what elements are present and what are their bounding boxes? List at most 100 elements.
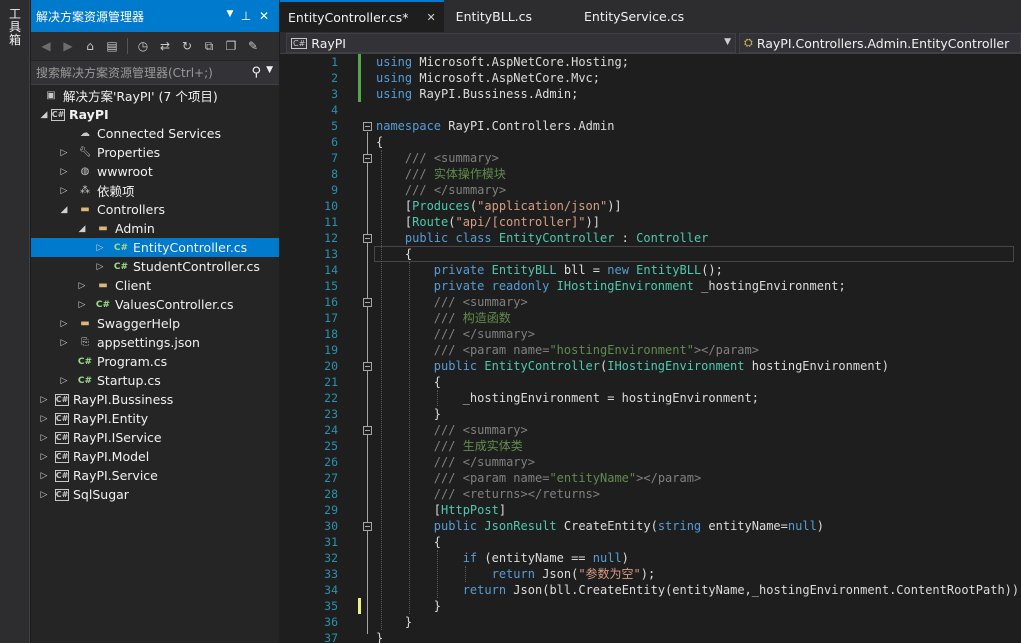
- expanded-arrow-icon[interactable]: ◢: [57, 205, 71, 215]
- collapsed-arrow-icon[interactable]: ▷: [37, 433, 51, 443]
- collapse-namespace-icon[interactable]: [363, 122, 372, 131]
- code-line[interactable]: public class EntityController : Controll…: [376, 230, 1021, 246]
- tree-item-raypi-service[interactable]: ▷ C# RayPI.Service: [31, 466, 279, 485]
- collapsed-arrow-icon[interactable]: ▷: [75, 300, 89, 310]
- collapsed-arrow-icon[interactable]: ▷: [37, 452, 51, 462]
- tree-item-sqlsugar[interactable]: ▷ C# SqlSugar: [31, 485, 279, 504]
- tree-item-swaggerhelp[interactable]: ▷ ▬ SwaggerHelp: [31, 314, 279, 333]
- collapse-ctor-icon[interactable]: [363, 362, 372, 371]
- tree-item-raypi-model[interactable]: ▷ C# RayPI.Model: [31, 447, 279, 466]
- collapsed-arrow-icon[interactable]: ▷: [37, 414, 51, 424]
- home-icon[interactable]: ⌂: [81, 37, 99, 55]
- tree-item-startup[interactable]: ▷ C# Startup.cs: [31, 371, 279, 390]
- collapse-ctor-summary-icon[interactable]: [363, 298, 372, 307]
- collapse-method-icon[interactable]: [363, 522, 372, 531]
- code-line[interactable]: {: [376, 374, 1021, 390]
- collapse-all-icon[interactable]: ⧉: [200, 37, 218, 55]
- code-line[interactable]: }: [376, 630, 1021, 643]
- tree-item-raypi[interactable]: ◢ C# RayPI: [31, 105, 279, 124]
- tree-item-controllers[interactable]: ◢ ▬ Controllers: [31, 200, 279, 219]
- member-dropdown[interactable]: ⛭ RayPI.Controllers.Admin.EntityControll…: [739, 33, 1021, 53]
- tree-item-solution[interactable]: ▣ 解决方案'RayPI' (7 个项目): [31, 86, 279, 105]
- tree-item-studentcontroller[interactable]: ▷ C# StudentController.cs: [31, 257, 279, 276]
- forward-icon[interactable]: ▶: [59, 37, 77, 55]
- code-line[interactable]: /// <param name="hostingEnvironment"></p…: [376, 342, 1021, 358]
- project-dropdown[interactable]: C# RayPI ▼: [286, 33, 736, 53]
- collapsed-arrow-icon[interactable]: ▷: [37, 395, 51, 405]
- code-line[interactable]: [HttpPost]: [376, 502, 1021, 518]
- tree-item-client[interactable]: ▷ ▬ Client: [31, 276, 279, 295]
- code-line[interactable]: public JsonResult CreateEntity(string en…: [376, 518, 1021, 534]
- code-line[interactable]: /// <returns></returns>: [376, 486, 1021, 502]
- tree-item-valuescontroller[interactable]: ▷ C# ValuesController.cs: [31, 295, 279, 314]
- code-line[interactable]: /// 构造函数: [376, 310, 1021, 326]
- code-line[interactable]: /// <summary>: [376, 150, 1021, 166]
- refresh-icon[interactable]: ↻: [178, 37, 196, 55]
- expanded-arrow-icon[interactable]: ◢: [75, 224, 89, 234]
- tree-item-properties[interactable]: ▷ 🔧︎ Properties: [31, 143, 279, 162]
- tree-item-admin[interactable]: ◢ ▬ Admin: [31, 219, 279, 238]
- collapsed-arrow-icon[interactable]: ▷: [93, 262, 107, 272]
- collapsed-arrow-icon[interactable]: ▷: [37, 490, 51, 500]
- switch-views-icon[interactable]: ▤: [103, 37, 121, 55]
- code-line[interactable]: /// </summary>: [376, 182, 1021, 198]
- code-line[interactable]: /// <param name="entityName"></param>: [376, 470, 1021, 486]
- code-line[interactable]: using Microsoft.AspNetCore.Hosting;: [376, 54, 1021, 70]
- window-menu-icon[interactable]: ▼: [223, 9, 237, 19]
- code-line[interactable]: private readonly IHostingEnvironment _ho…: [376, 278, 1021, 294]
- tab-entitybll[interactable]: EntityBLL.cs: [444, 0, 540, 32]
- collapsed-arrow-icon[interactable]: ▷: [75, 281, 89, 291]
- code-line[interactable]: private EntityBLL bll = new EntityBLL();: [376, 262, 1021, 278]
- code-line[interactable]: [Produces("application/json")]: [376, 198, 1021, 214]
- tree-item-raypi-bussiness[interactable]: ▷ C# RayPI.Bussiness: [31, 390, 279, 409]
- collapsed-arrow-icon[interactable]: ▷: [93, 243, 107, 253]
- code-line[interactable]: using Microsoft.AspNetCore.Mvc;: [376, 70, 1021, 86]
- collapsed-arrow-icon[interactable]: ▷: [57, 376, 71, 386]
- expanded-arrow-icon[interactable]: ◢: [37, 110, 51, 120]
- code-line[interactable]: namespace RayPI.Controllers.Admin: [376, 118, 1021, 134]
- tree-item-program[interactable]: C# Program.cs: [31, 352, 279, 371]
- collapse-method-summary-icon[interactable]: [363, 426, 372, 435]
- tree-item-entitycontroller[interactable]: ▷ C# EntityController.cs: [31, 238, 279, 257]
- code-line[interactable]: ​: [376, 102, 1021, 118]
- code-line[interactable]: return Json(bll.CreateEntity(entityName,…: [376, 582, 1021, 598]
- code-line[interactable]: }: [376, 406, 1021, 422]
- code-line[interactable]: using RayPI.Bussiness.Admin;: [376, 86, 1021, 102]
- solution-explorer-search[interactable]: 搜索解决方案资源管理器(Ctrl+;) ⚲ ▼: [31, 61, 279, 85]
- code-line[interactable]: public EntityController(IHostingEnvironm…: [376, 358, 1021, 374]
- pending-changes-filter-icon[interactable]: ◷: [134, 37, 152, 55]
- collapsed-arrow-icon[interactable]: ▷: [37, 471, 51, 481]
- code-line[interactable]: {: [376, 246, 1021, 262]
- code-line[interactable]: if (entityName == null): [376, 550, 1021, 566]
- pin-icon[interactable]: ⊥: [239, 9, 253, 23]
- toolbox-label[interactable]: 工具箱: [8, 8, 22, 47]
- properties-icon[interactable]: ✎: [244, 37, 262, 55]
- show-all-files-icon[interactable]: ❐: [222, 37, 240, 55]
- tree-item-appsettings[interactable]: ▷ ⎘ appsettings.json: [31, 333, 279, 352]
- tab-entitycontroller[interactable]: EntityController.cs* ✕: [280, 0, 444, 32]
- code-line[interactable]: /// </summary>: [376, 326, 1021, 342]
- code-area[interactable]: 1 2 3 4 5 6 7 8 9 10 11 12 13 14 15 16 17 18 19 20 21 22 23 24 2…: [280, 54, 1021, 643]
- collapse-class-icon[interactable]: [363, 234, 372, 243]
- tree-item-wwwroot[interactable]: ▷ ◍ wwwroot: [31, 162, 279, 181]
- tree-item-raypi-iservice[interactable]: ▷ C# RayPI.IService: [31, 428, 279, 447]
- collapse-summary-icon[interactable]: [363, 154, 372, 163]
- code-lines[interactable]: using Microsoft.AspNetCore.Hosting; using…: [376, 54, 1021, 643]
- search-options-dropdown-icon[interactable]: ▼: [266, 65, 273, 75]
- code-line[interactable]: /// </summary>: [376, 454, 1021, 470]
- code-line[interactable]: return Json("参数为空");: [376, 566, 1021, 582]
- close-icon[interactable]: ✕: [257, 9, 271, 23]
- collapsed-arrow-icon[interactable]: ▷: [57, 186, 71, 196]
- code-line[interactable]: }: [376, 598, 1021, 614]
- code-line[interactable]: {: [376, 134, 1021, 150]
- collapsed-arrow-icon[interactable]: ▷: [57, 167, 71, 177]
- close-tab-icon[interactable]: ✕: [426, 11, 435, 24]
- tree-item-connected-services[interactable]: ☁ Connected Services: [31, 124, 279, 143]
- collapsed-arrow-icon[interactable]: ▷: [57, 148, 71, 158]
- code-line[interactable]: }: [376, 614, 1021, 630]
- collapsed-arrow-icon[interactable]: ▷: [57, 338, 71, 348]
- sync-icon[interactable]: ⇄: [156, 37, 174, 55]
- search-icon[interactable]: ⚲: [251, 65, 261, 80]
- tab-entityservice[interactable]: EntityService.cs: [540, 0, 692, 32]
- tree-item-dependencies[interactable]: ▷ ⁂ 依赖项: [31, 181, 279, 200]
